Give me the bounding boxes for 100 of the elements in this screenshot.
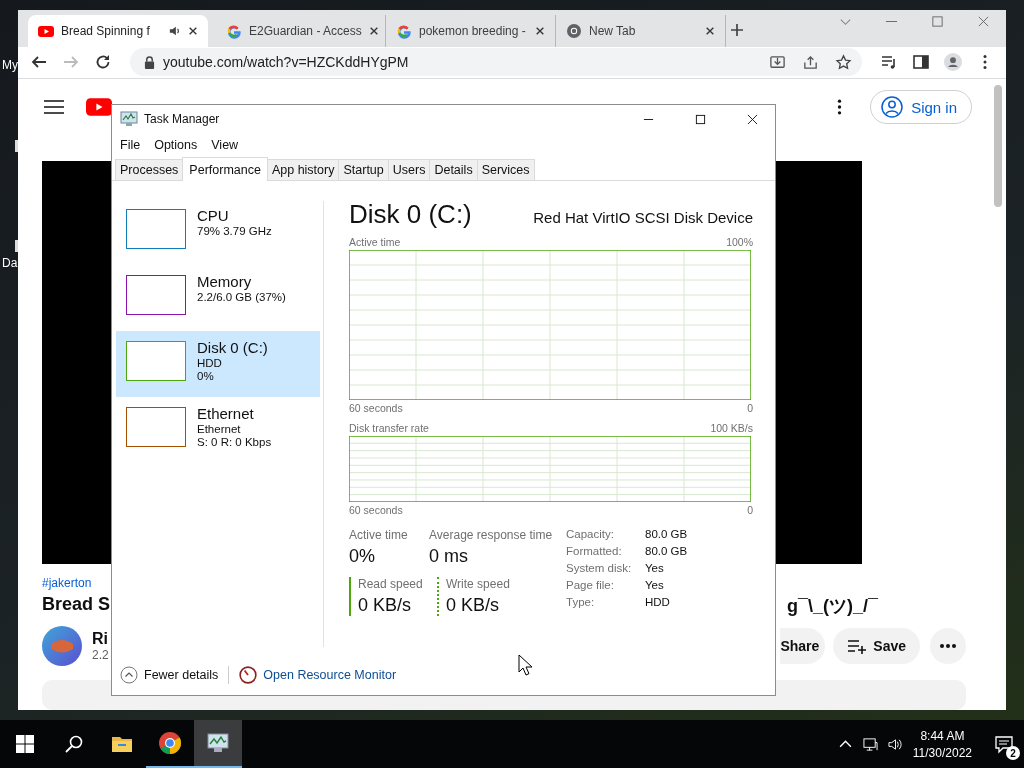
- disk-heading: Disk 0 (C:): [349, 199, 472, 230]
- stat-value: 0 ms: [429, 546, 469, 567]
- save-button[interactable]: Save: [833, 628, 920, 664]
- stat-value: 0 KB/s: [358, 595, 413, 616]
- stat-label: Read speed: [358, 577, 424, 591]
- tab[interactable]: Services: [476, 159, 535, 180]
- profile-icon[interactable]: [944, 53, 962, 72]
- maximize-icon[interactable]: [695, 113, 706, 125]
- resource-name: CPU: [197, 207, 230, 224]
- property-label: Capacity:: [566, 528, 615, 540]
- address-bar[interactable]: youtube.com/watch?v=HZCKddHYgPM: [130, 48, 862, 77]
- resource-detail: Ethernet: [197, 423, 242, 435]
- resource-item[interactable]: CPU 79% 3.79 GHz: [116, 199, 320, 265]
- star-icon[interactable]: [835, 53, 852, 71]
- share-icon[interactable]: [802, 53, 819, 71]
- resource-item[interactable]: Memory 2.2/6.0 GB (37%): [116, 265, 320, 331]
- google-icon: [396, 22, 412, 39]
- fewer-details-button[interactable]: Fewer details: [144, 668, 219, 682]
- stat-value: 0%: [349, 546, 376, 567]
- reading-list-icon[interactable]: [880, 53, 898, 72]
- task-manager-icon: [120, 111, 138, 127]
- browser-tab[interactable]: Bread Spinning f: [28, 14, 208, 47]
- stat-value: 0 KB/s: [446, 595, 501, 616]
- share-button[interactable]: Share: [780, 628, 826, 664]
- account-icon: [881, 96, 904, 118]
- graph-label: Active time: [349, 236, 401, 248]
- sign-in-button[interactable]: Sign in: [870, 90, 972, 124]
- side-panel-icon[interactable]: [912, 53, 930, 72]
- new-tab-icon[interactable]: [730, 22, 744, 37]
- browser-tab[interactable]: New Tab: [556, 14, 726, 47]
- tab[interactable]: Startup: [338, 159, 389, 180]
- close-icon[interactable]: [535, 25, 545, 36]
- network-icon[interactable]: [862, 736, 878, 752]
- tab[interactable]: Performance: [182, 157, 268, 181]
- clock-time: 8:44 AM: [920, 728, 965, 743]
- resource-name: Memory: [197, 273, 253, 290]
- more-icon[interactable]: [837, 98, 843, 116]
- resource-item[interactable]: Disk 0 (C:) HDD 0%: [116, 331, 320, 397]
- menu-item[interactable]: View: [211, 138, 239, 152]
- menu-item[interactable]: Options: [154, 138, 198, 152]
- resource-detail: S: 0 R: 0 Kbps: [197, 436, 272, 448]
- gauge-icon: [239, 666, 258, 684]
- property-label: System disk:: [566, 562, 633, 574]
- tab[interactable]: Users: [387, 159, 431, 180]
- resource-monitor-link[interactable]: Open Resource Monitor: [263, 668, 397, 682]
- more-button[interactable]: [930, 628, 966, 664]
- close-icon[interactable]: [705, 25, 715, 36]
- resource-detail: 79% 3.79 GHz: [197, 225, 272, 237]
- graph-max-label: 100%: [726, 236, 753, 248]
- scrollbar-thumb[interactable]: [994, 85, 1002, 207]
- speaker-icon[interactable]: [887, 736, 903, 752]
- graph-min-label: 0: [747, 402, 753, 414]
- windows-start-icon[interactable]: [15, 734, 35, 754]
- graph-label: Disk transfer rate: [349, 422, 429, 434]
- property-label: Formatted:: [566, 545, 623, 557]
- video-title: Bread S: [42, 594, 111, 616]
- property-value: 80.0 GB: [645, 528, 688, 540]
- property-label: Type:: [566, 596, 596, 608]
- menu-icon[interactable]: [44, 100, 64, 114]
- graph-min-label: 0: [747, 504, 753, 516]
- resource-name: Disk 0 (C:): [197, 339, 268, 356]
- cursor-icon: [518, 654, 532, 676]
- menu-item[interactable]: File: [120, 138, 141, 152]
- google-icon: [226, 22, 242, 39]
- stat-label: Active time: [349, 528, 409, 542]
- property-value: 80.0 GB: [645, 545, 688, 557]
- lock-icon: [144, 55, 155, 69]
- close-icon[interactable]: [747, 113, 758, 125]
- tab[interactable]: App history: [266, 159, 340, 180]
- graph-time-label: 60 seconds: [349, 402, 403, 414]
- property-value: HDD: [645, 596, 671, 608]
- hashtag-link[interactable]: #jakerton: [42, 576, 92, 590]
- browser-tab[interactable]: pokemon breeding -: [386, 14, 556, 47]
- graph-max-label: 100 KB/s: [710, 422, 753, 434]
- collapse-icon[interactable]: [120, 666, 138, 684]
- search-icon[interactable]: [64, 734, 84, 754]
- resource-detail: HDD: [197, 357, 223, 369]
- property-label: Page file:: [566, 579, 615, 591]
- install-icon[interactable]: [769, 53, 786, 71]
- property-value: Yes: [645, 579, 665, 591]
- resource-item[interactable]: Ethernet Ethernet S: 0 R: 0 Kbps: [116, 397, 320, 463]
- youtube-icon[interactable]: [86, 98, 112, 116]
- resource-name: Ethernet: [197, 405, 255, 422]
- subscriber-count: 2.2: [92, 648, 109, 662]
- close-icon[interactable]: [188, 25, 198, 36]
- property-value: Yes: [645, 562, 665, 574]
- speaker-icon[interactable]: [169, 24, 181, 37]
- tab[interactable]: Processes: [115, 159, 184, 180]
- desktop-icon-label: Da: [2, 256, 18, 270]
- tab[interactable]: Details: [429, 159, 478, 180]
- browser-tab[interactable]: E2Guardian - Access: [216, 14, 386, 47]
- channel-name[interactable]: Ri: [92, 630, 109, 648]
- stat-label: Write speed: [446, 577, 511, 591]
- chrome-icon: [158, 731, 182, 755]
- close-icon[interactable]: [368, 25, 379, 36]
- taskbar-app[interactable]: [194, 720, 242, 768]
- clock[interactable]: 8:44 AM 11/30/2022: [912, 728, 972, 760]
- channel-avatar[interactable]: [42, 626, 82, 666]
- stat-label: Average response time: [429, 528, 554, 542]
- resource-detail: 0%: [197, 370, 215, 382]
